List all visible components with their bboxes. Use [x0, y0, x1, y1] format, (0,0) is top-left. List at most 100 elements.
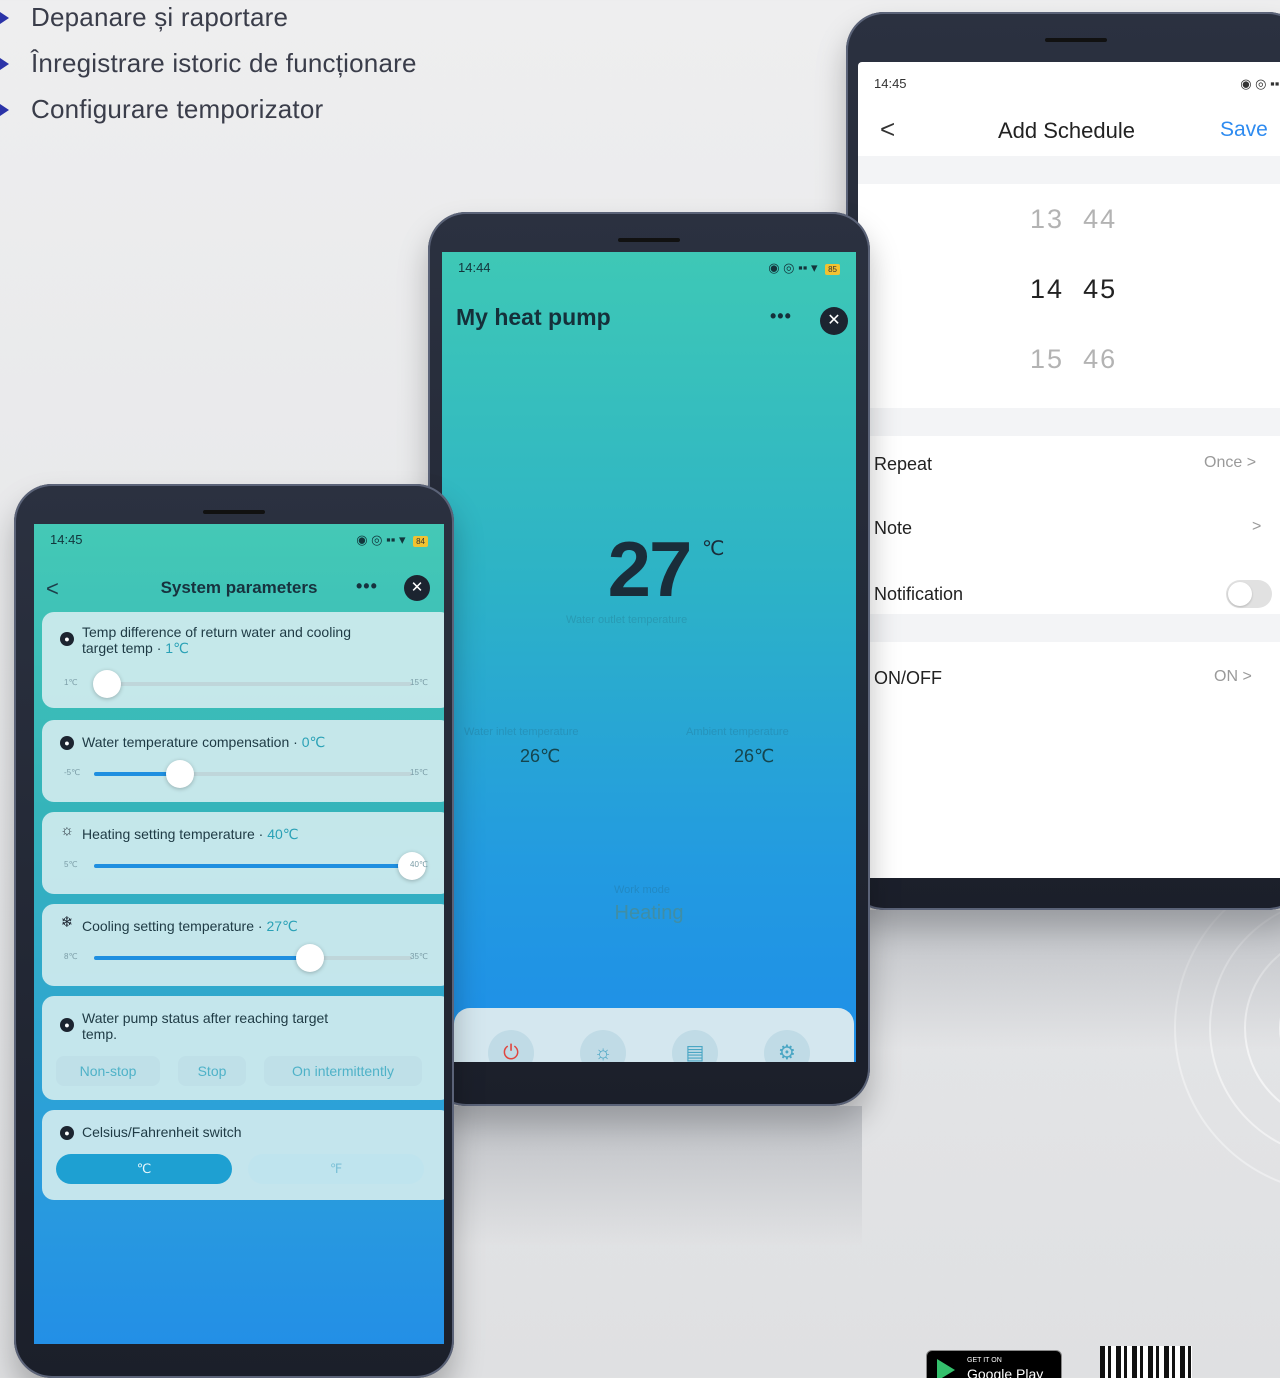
back-button[interactable]: < [880, 114, 895, 145]
page-title: Add Schedule [998, 118, 1135, 143]
onoff-row[interactable]: ON/OFF ON > [874, 644, 1280, 708]
bullet-arrow-icon [0, 103, 9, 116]
device-title: My heat pump [456, 304, 611, 330]
repeat-value: Once > [1204, 454, 1257, 471]
phone-system-parameters: 14:45 ◉ ◎ ▪▪ ▾ 84 < System parameters ••… [14, 484, 454, 1378]
ambient-caption: Ambient temperature [686, 726, 789, 738]
qr-code[interactable] [1100, 1346, 1192, 1378]
close-button[interactable]: ✕ [404, 575, 430, 601]
phone-reflection [870, 910, 1280, 1050]
setting-card: ☼ Heating setting temperature · 40℃ 5℃ 4… [42, 812, 444, 894]
setting-label: Water pump status after reaching target … [82, 1010, 329, 1042]
phone-reflection [452, 1106, 862, 1246]
slider-track[interactable] [94, 852, 426, 880]
option-on-intermittently[interactable]: On intermittently [264, 1056, 422, 1086]
status-time: 14:44 [458, 260, 491, 275]
heat-pump-screen: 14:44 ◉ ◎ ▪▪ ▾ 85 My heat pump ••• ✕ 27 … [442, 252, 856, 1062]
picker-row-selected[interactable]: 14 45 [1030, 274, 1117, 305]
phone-speaker [1045, 38, 1107, 42]
inlet-caption: Water inlet temperature [464, 726, 579, 738]
setting-label: Water temperature compensation · 0℃ [82, 734, 326, 750]
save-button[interactable]: Save [1220, 118, 1268, 142]
gear-icon[interactable]: ⚙ [764, 1030, 810, 1062]
outlet-temperature: 27 [607, 525, 693, 613]
slider-knob[interactable] [296, 944, 325, 972]
slider-knob[interactable] [165, 760, 194, 788]
toggle-knob [1228, 582, 1252, 606]
battery-icon: 84 [413, 536, 428, 547]
bottom-nav: ⏻ ☼ ▤ ⚙ [454, 1008, 854, 1062]
settings-dot-icon: ● [60, 1018, 74, 1032]
setting-label: Cooling setting temperature · 27℃ [82, 918, 298, 934]
setting-card: ● Temp difference of return water and co… [42, 612, 444, 708]
schedule-header: < Add Schedule Save [858, 106, 1280, 156]
phone-speaker [203, 510, 265, 514]
setting-label: Heating setting temperature · 40℃ [82, 826, 299, 842]
feature-item: Înregistrare istoric de funcționare [0, 48, 417, 79]
onoff-label: ON/OFF [874, 668, 942, 688]
celsius-option[interactable]: ℃ [56, 1154, 232, 1184]
status-time: 14:45 [874, 76, 907, 91]
bullet-arrow-icon [0, 11, 9, 24]
feature-text: Depanare și raportare [31, 2, 289, 32]
slider-track[interactable] [94, 760, 412, 788]
slider-knob[interactable] [92, 670, 121, 698]
option-non-stop[interactable]: Non-stop [56, 1056, 160, 1086]
slider-min: 8℃ [64, 952, 78, 961]
slider-min: 5℃ [64, 860, 78, 869]
status-icons: ◉ ◎ ▪▪ ▾ 84 [356, 532, 428, 548]
sun-icon[interactable]: ☼ [580, 1030, 626, 1062]
slider-max: 35℃ [410, 952, 428, 961]
feature-text: Configurare temporizator [31, 94, 324, 124]
status-bar: 14:44 ◉ ◎ ▪▪ ▾ 85 [442, 260, 856, 276]
phone-add-schedule: 14:45 ◉ ◎ ▪▪ ▾ 85 < Add Schedule Save 13… [846, 12, 1280, 910]
inlet-value: 26℃ [520, 746, 561, 766]
picker-row-prev[interactable]: 13 44 [1030, 204, 1117, 235]
document-icon[interactable]: ▤ [672, 1030, 718, 1062]
repeat-row[interactable]: Repeat Once > [874, 430, 1280, 494]
more-button[interactable]: ••• [770, 306, 792, 327]
close-button[interactable]: ✕ [820, 307, 848, 335]
picker-row-next[interactable]: 15 46 [1030, 344, 1117, 375]
google-play-badge[interactable]: GET IT ON Google Play [926, 1350, 1062, 1378]
battery-icon: 85 [825, 264, 840, 275]
status-time: 14:45 [50, 532, 83, 547]
feature-item: Depanare și raportare [0, 2, 288, 33]
chevron-right-icon: > [1252, 518, 1262, 535]
feature-item: Configurare temporizator [0, 94, 323, 125]
slider-track[interactable] [92, 670, 412, 698]
phone-heat-pump: 14:44 ◉ ◎ ▪▪ ▾ 85 My heat pump ••• ✕ 27 … [428, 212, 870, 1106]
slider-track[interactable] [94, 944, 412, 972]
unit-switch-card: ● Celsius/Fahrenheit switch ℃ ℉ [42, 1110, 444, 1200]
repeat-label: Repeat [874, 454, 933, 474]
slider-max: 15℃ [410, 768, 428, 777]
feature-text: Înregistrare istoric de funcționare [31, 48, 417, 78]
ambient-value: 26℃ [734, 746, 775, 766]
outlet-caption: Water outlet temperature [566, 614, 688, 626]
power-icon[interactable]: ⏻ [488, 1030, 534, 1062]
sun-icon: ☼ [60, 822, 74, 839]
notification-toggle[interactable] [1226, 580, 1272, 608]
notification-label: Notification [874, 584, 964, 604]
status-bar: 14:45 ◉ ◎ ▪▪ ▾ 84 [34, 532, 444, 548]
setting-card: ● Water temperature compensation · 0℃ -5… [42, 720, 444, 802]
slider-min: -5℃ [64, 768, 81, 777]
page-title: System parameters [160, 578, 318, 597]
note-row[interactable]: Note > [874, 494, 1280, 558]
slider-fill [94, 956, 311, 960]
temperature-unit: ℃ [702, 538, 725, 560]
divider [858, 156, 1280, 184]
note-label: Note [874, 518, 913, 538]
more-button[interactable]: ••• [356, 576, 378, 597]
divider [858, 614, 1280, 642]
slider-max: 40℃ [410, 860, 428, 869]
bullet-arrow-icon [0, 57, 9, 70]
snowflake-icon: ❄ [60, 914, 74, 931]
option-stop[interactable]: Stop [178, 1056, 246, 1086]
setting-label: Temp difference of return water and cool… [82, 624, 352, 656]
pump-status-card: ● Water pump status after reaching targe… [42, 996, 444, 1100]
fahrenheit-option[interactable]: ℉ [248, 1154, 424, 1184]
badge-small-text: GET IT ON [967, 1357, 1002, 1364]
status-icons: ◉ ◎ ▪▪ ▾ 85 [768, 260, 840, 276]
chevron-right-icon: > [1242, 668, 1252, 685]
